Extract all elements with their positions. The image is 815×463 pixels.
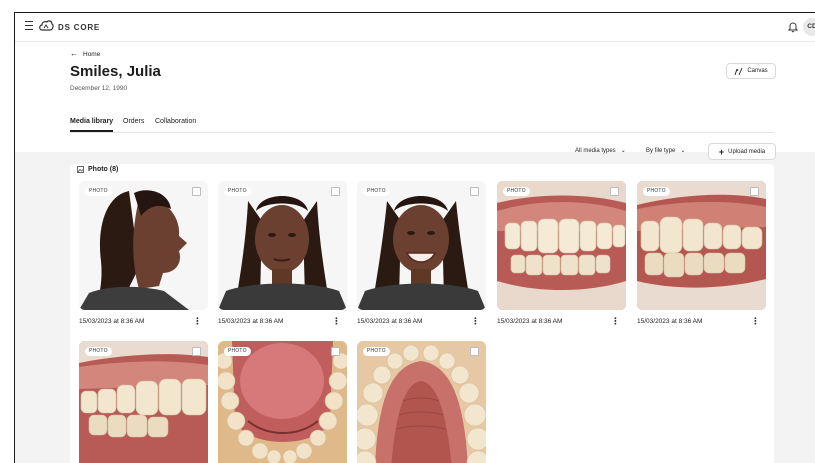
- photo-thumbnail[interactable]: PHOTO: [218, 341, 347, 463]
- photo-thumbnail[interactable]: PHOTO: [218, 181, 347, 310]
- more-options-icon[interactable]: ⋮: [471, 316, 480, 327]
- tab-collaboration[interactable]: Collaboration: [155, 118, 196, 125]
- canvas-pen-icon: [734, 67, 743, 75]
- photo-thumbnail[interactable]: PHOTO: [497, 181, 626, 310]
- tile-meta: 15/03/2023 at 8:36 AM ⋮: [79, 310, 208, 328]
- media-tile[interactable]: PHOTO 15/03/2023 at 8:36 AM ⋮: [637, 181, 766, 328]
- media-library-panel: Photo (8) PHOTO 15/03/2023 at 8:36 AM ⋮: [70, 164, 774, 463]
- tab-label: Media library: [70, 118, 114, 125]
- media-tile[interactable]: PHOTO 15/03/2023 at 8:36 AM ⋮: [497, 181, 626, 328]
- top-bar: DS CORE CD: [15, 13, 815, 42]
- photo-thumbnail[interactable]: PHOTO: [357, 181, 486, 310]
- select-checkbox[interactable]: [470, 347, 479, 356]
- tile-meta: 15/03/2023 at 8:36 AM ⋮: [218, 310, 347, 328]
- photo-badge: PHOTO: [363, 187, 390, 196]
- photo-date: 15/03/2023 at 8:36 AM: [637, 318, 703, 325]
- photo-badge: PHOTO: [363, 347, 390, 356]
- photo-thumbnail[interactable]: PHOTO: [79, 341, 208, 463]
- intraoral-frontal-image: [497, 181, 626, 310]
- intraoral-lateral-image: [79, 341, 208, 463]
- image-icon: [77, 166, 84, 173]
- occlusal-upper-image: [357, 341, 486, 463]
- select-checkbox[interactable]: [331, 187, 340, 196]
- photo-badge: PHOTO: [224, 187, 251, 196]
- media-tile[interactable]: PHOTO 15/03/2023 at 8:36 AM ⋮: [79, 181, 208, 328]
- patient-dob: December 12, 1990: [70, 85, 128, 92]
- photo-badge: PHOTO: [85, 347, 112, 356]
- intraoral-lateral-image: [637, 181, 766, 310]
- select-checkbox[interactable]: [331, 347, 340, 356]
- patient-header: ← Home Smiles, Julia December 12, 1990 Ca…: [15, 42, 815, 152]
- photo-date: 15/03/2023 at 8:36 AM: [497, 318, 563, 325]
- all-media-types-dropdown[interactable]: All media types ⌄: [575, 147, 626, 154]
- canvas-button-label: Canvas: [747, 68, 768, 74]
- tabs-divider: [70, 132, 774, 133]
- upload-media-button[interactable]: + Upload media: [708, 143, 776, 160]
- frontal-face-image: [218, 181, 347, 310]
- profile-face-image: [79, 181, 208, 310]
- tile-meta: 15/03/2023 at 8:36 AM ⋮: [637, 310, 766, 328]
- section-title: Photo (8): [88, 166, 119, 173]
- more-options-icon[interactable]: ⋮: [193, 316, 202, 327]
- file-type-dropdown[interactable]: By file type ⌄: [646, 147, 685, 154]
- select-checkbox[interactable]: [192, 347, 201, 356]
- more-options-icon[interactable]: ⋮: [332, 316, 341, 327]
- filter-bar: All media types ⌄ By file type ⌄ + Upload …: [15, 143, 815, 160]
- chevron-down-icon: ⌄: [680, 148, 686, 154]
- tile-meta: 15/03/2023 at 8:36 AM ⋮: [357, 310, 486, 328]
- photo-thumbnail[interactable]: PHOTO: [637, 181, 766, 310]
- upload-button-label: Upload media: [728, 148, 766, 155]
- tab-orders[interactable]: Orders: [123, 118, 144, 125]
- photo-badge: PHOTO: [224, 347, 251, 356]
- photo-date: 15/03/2023 at 8:36 AM: [218, 318, 284, 325]
- plus-icon: +: [718, 146, 725, 157]
- photo-thumbnail[interactable]: PHOTO: [79, 181, 208, 310]
- hamburger-menu-icon[interactable]: [25, 21, 33, 30]
- select-checkbox[interactable]: [750, 187, 759, 196]
- tile-meta: 15/03/2023 at 8:36 AM ⋮: [497, 310, 626, 328]
- photo-badge: PHOTO: [85, 187, 112, 196]
- media-tile[interactable]: PHOTO 15/03/2023 at 8:36 AM ⋮: [218, 181, 347, 328]
- select-checkbox[interactable]: [470, 187, 479, 196]
- photo-badge: PHOTO: [643, 187, 670, 196]
- back-link-label: Home: [83, 51, 101, 58]
- tab-label: Collaboration: [155, 118, 197, 125]
- media-tile[interactable]: PHOTO: [218, 341, 347, 463]
- select-checkbox[interactable]: [192, 187, 201, 196]
- back-link[interactable]: ← Home: [70, 49, 100, 58]
- media-tile[interactable]: PHOTO: [357, 341, 486, 463]
- dropdown-label: By file type: [646, 148, 676, 154]
- media-tile[interactable]: PHOTO 15/03/2023 at 8:36 AM ⋮: [357, 181, 486, 328]
- section-header: Photo (8): [77, 166, 118, 173]
- photo-badge: PHOTO: [503, 187, 530, 196]
- canvas-button[interactable]: Canvas: [726, 63, 776, 79]
- brand-name: DS CORE: [58, 23, 101, 32]
- photo-date: 15/03/2023 at 8:36 AM: [357, 318, 423, 325]
- chevron-down-icon: ⌄: [620, 148, 626, 154]
- media-tile[interactable]: PHOTO: [79, 341, 208, 463]
- page-title: Smiles, Julia: [70, 63, 161, 80]
- ds-core-logo-icon: [39, 20, 54, 31]
- dropdown-label: All media types: [575, 148, 616, 154]
- smiling-face-image: [357, 181, 486, 310]
- more-options-icon[interactable]: ⋮: [751, 316, 760, 327]
- occlusal-lower-image: [218, 341, 347, 463]
- notification-bell-icon[interactable]: [787, 21, 799, 33]
- back-arrow-icon: ←: [70, 49, 78, 58]
- tab-label: Orders: [123, 118, 145, 125]
- photo-thumbnail[interactable]: PHOTO: [357, 341, 486, 463]
- more-options-icon[interactable]: ⋮: [611, 316, 620, 327]
- user-avatar[interactable]: CD: [803, 18, 815, 36]
- select-checkbox[interactable]: [610, 187, 619, 196]
- tab-media-library[interactable]: Media library: [70, 118, 114, 132]
- photo-date: 15/03/2023 at 8:36 AM: [79, 318, 145, 325]
- app-window: DS CORE CD ← Home Smiles, Julia December …: [14, 12, 815, 463]
